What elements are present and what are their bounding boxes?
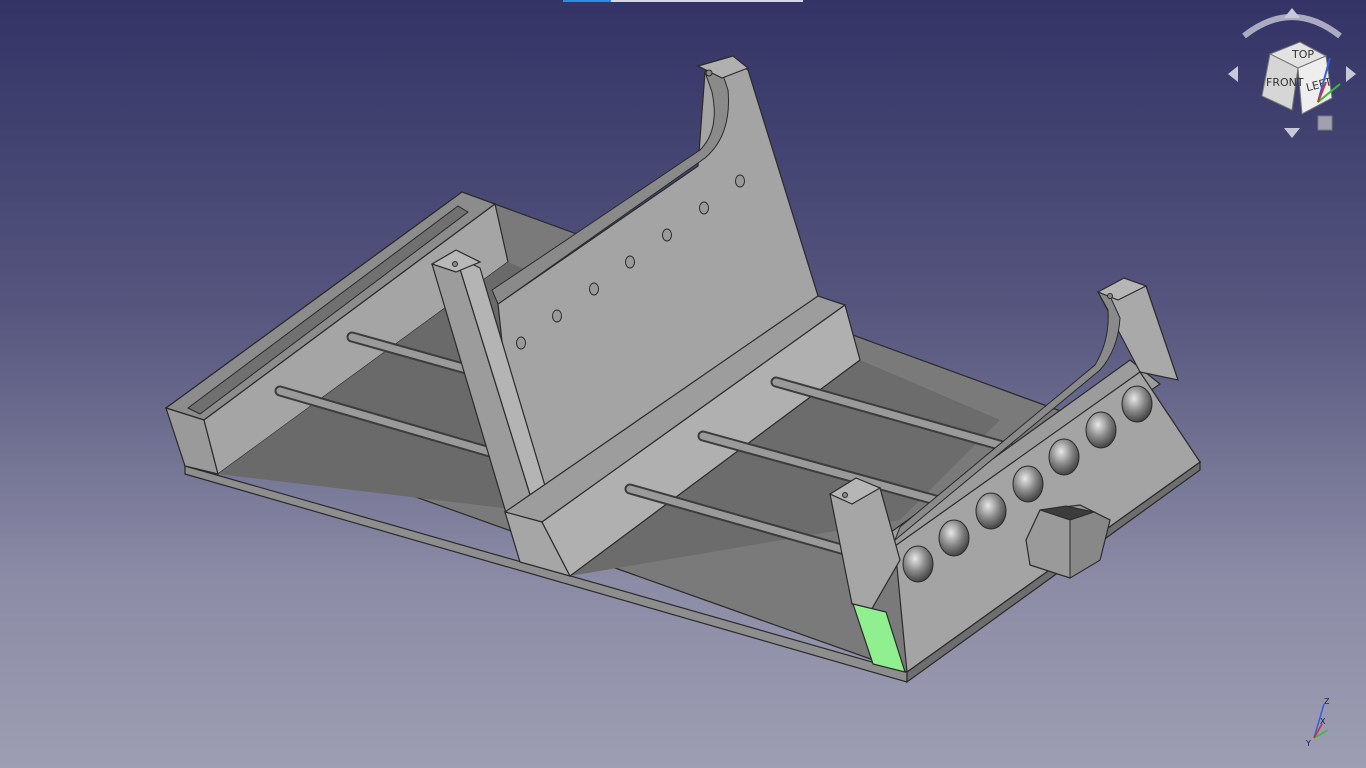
view-menu-icon[interactable]	[1317, 115, 1333, 131]
back-plate-hole	[552, 309, 562, 323]
back-plate-pin-hole	[705, 69, 713, 77]
x-axis-label: X	[1320, 717, 1326, 726]
back-plate-hole	[516, 336, 526, 350]
arrow-up-icon[interactable]	[1284, 8, 1300, 18]
y-axis-label: Y	[1305, 739, 1311, 748]
z-axis-label: Z	[1324, 697, 1330, 706]
cube-side-label: FRONT	[1266, 76, 1304, 89]
rotate-arc-icon[interactable]	[1242, 14, 1342, 39]
front-upright-pin-hole	[842, 492, 848, 498]
hex-knob[interactable]	[1025, 504, 1111, 579]
axis-indicator: Z Y X	[1305, 697, 1330, 748]
arrow-right-icon[interactable]	[1346, 66, 1356, 82]
back-plate-hole	[625, 255, 635, 269]
left-post-pin-hole	[452, 261, 458, 267]
arrow-down-icon[interactable]	[1284, 128, 1300, 138]
cube-top-label: TOP	[1291, 48, 1314, 61]
3d-viewport[interactable]: LEFT TOP FRONT Z Y X	[0, 0, 1366, 768]
back-plate-hole	[735, 174, 745, 188]
back-plate-hole	[662, 228, 672, 242]
right-upright-pin-hole	[1107, 293, 1113, 299]
navigation-cube[interactable]: LEFT TOP FRONT	[1222, 6, 1362, 146]
back-plate-hole	[699, 201, 709, 215]
arrow-left-icon[interactable]	[1228, 66, 1238, 82]
back-plate-hole	[589, 282, 599, 296]
cad-model[interactable]	[0, 0, 1366, 768]
